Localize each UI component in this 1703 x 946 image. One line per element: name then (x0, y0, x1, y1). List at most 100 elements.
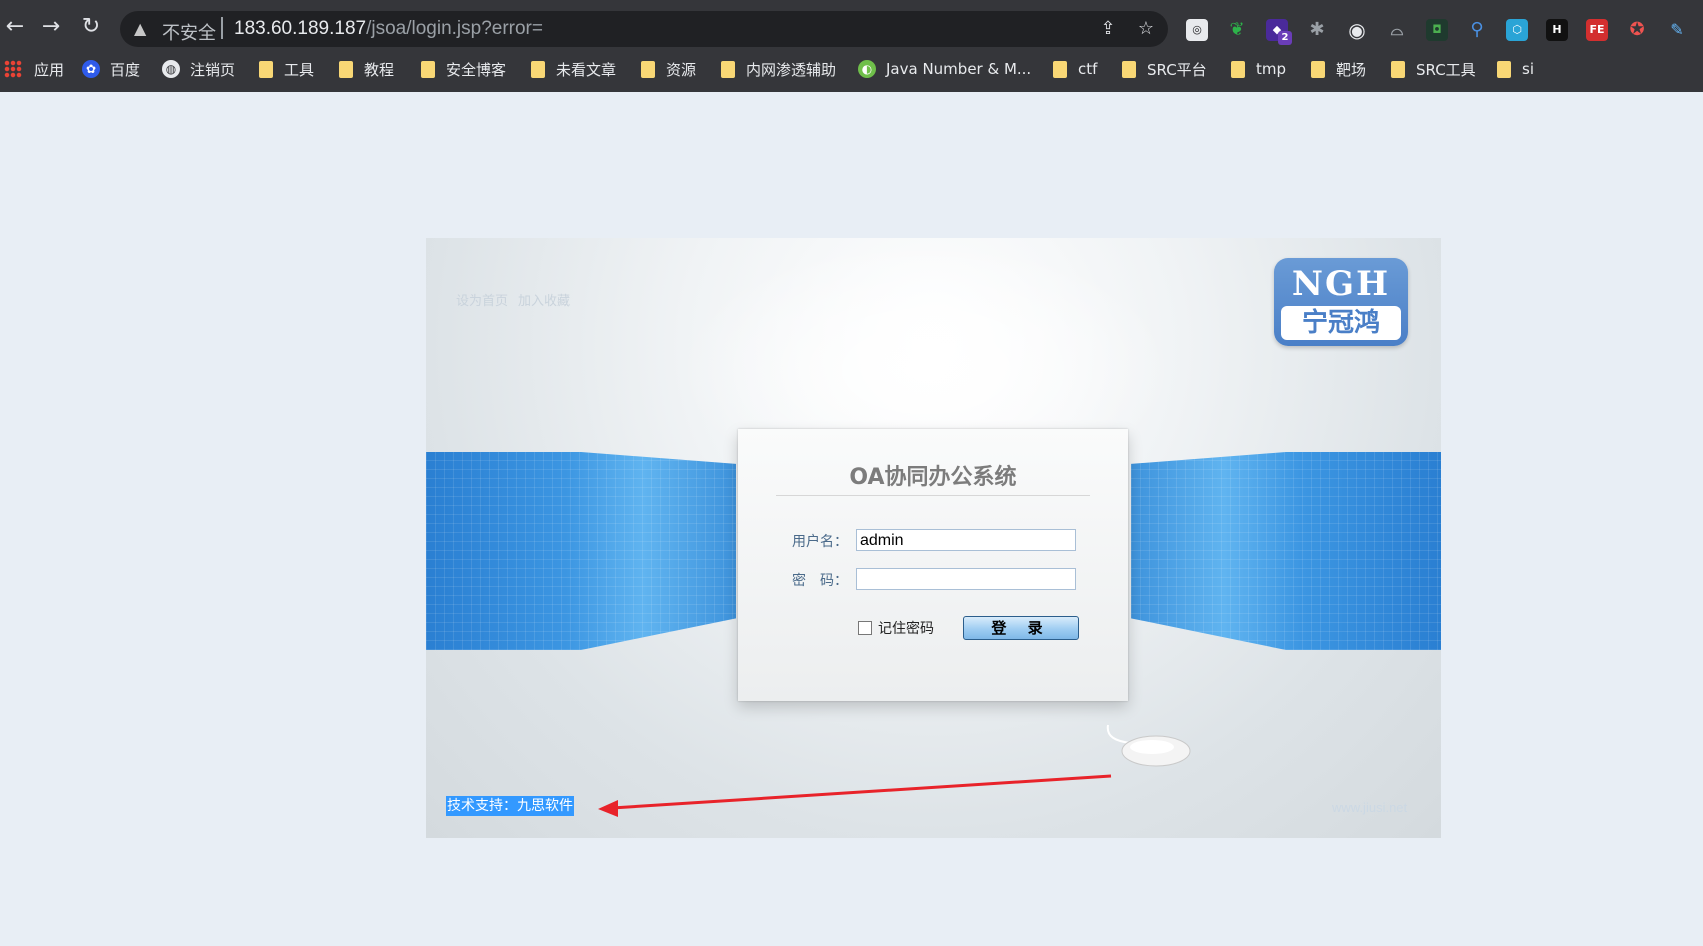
extension-puzzle-icon[interactable]: ✎ (1666, 19, 1688, 41)
bookmark-logout[interactable]: ◍ 注销页 (162, 56, 235, 82)
bookmark-label: 靶场 (1336, 60, 1367, 79)
bookmark-label: 未看文章 (556, 60, 617, 79)
extension-h-icon[interactable]: H (1546, 19, 1568, 41)
blue-wall-left (426, 452, 736, 650)
add-favorite-link[interactable]: 加入收藏 (518, 294, 570, 309)
bookmark-label: 注销页 (190, 60, 236, 79)
top-links: 设为首页 加入收藏 (456, 290, 580, 309)
password-input[interactable] (856, 568, 1076, 590)
url-path: /jsoa/login.jsp?error= (366, 18, 543, 39)
extension-badge: 2 (1278, 31, 1292, 45)
bookmark-si[interactable]: si (1497, 56, 1534, 82)
bookmark-unread[interactable]: 未看文章 (531, 56, 616, 82)
bookmark-src-platform[interactable]: SRC平台 (1122, 56, 1207, 82)
system-title: OA协同办公系统 (849, 465, 1017, 490)
back-button[interactable]: ← (0, 12, 30, 42)
baidu-icon: ✿ (82, 60, 100, 78)
folder-icon (259, 60, 273, 78)
browser-toolbar: ← → ↻ ▲ 不安全 183.60.189.187/jsoa/login.js… (0, 4, 1703, 52)
bookmark-security-blog[interactable]: 安全博客 (421, 56, 506, 82)
extension-cookie-icon[interactable]: ✪ (1626, 19, 1648, 41)
bookmark-java-number[interactable]: ◐ Java Number & M... (858, 56, 1031, 82)
username-label: 用户名： (792, 534, 848, 550)
bookmark-resources[interactable]: 资源 (641, 56, 696, 82)
remember-password[interactable]: 记住密码 (858, 618, 934, 638)
bookmark-label: 安全博客 (446, 60, 507, 79)
mouse-illustration (1106, 724, 1191, 767)
remember-label: 记住密码 (878, 621, 934, 637)
extension-evernote-icon[interactable]: ❦ (1226, 19, 1248, 41)
folder-icon (1497, 60, 1511, 78)
username-input[interactable]: admin (856, 529, 1076, 551)
bookmark-tools[interactable]: 工具 (259, 56, 314, 82)
folder-icon (531, 60, 545, 78)
extension-hat-icon[interactable]: ⌓ (1386, 19, 1408, 41)
bookmark-label: tmp (1256, 60, 1287, 78)
tech-support-text: 技术支持：九思软件 (446, 796, 574, 816)
warning-icon[interactable]: ▲ (134, 19, 154, 39)
reload-button[interactable]: ↻ (76, 12, 106, 42)
page-content: 设为首页 加入收藏 NGH 宁冠鸿 OA协同办公系统 用户名： admin 密 码… (0, 92, 1703, 946)
site-icon: ◐ (858, 60, 876, 78)
bookmark-ctf[interactable]: ctf (1053, 56, 1097, 82)
folder-icon (339, 60, 353, 78)
bookmarks-bar: 应用 ✿ 百度 ◍ 注销页 工具 教程 安全博客 未看文章 资源 内网渗透辅助 ◐ J… (0, 54, 1703, 84)
extension-glasses-icon[interactable]: ◎ (1186, 19, 1208, 41)
bookmark-label: 百度 (110, 60, 141, 79)
extension-fe-icon[interactable]: FE (1586, 19, 1608, 41)
address-separator (221, 17, 223, 39)
login-background: 设为首页 加入收藏 NGH 宁冠鸿 OA协同办公系统 用户名： admin 密 码… (426, 238, 1441, 838)
extension-circle-icon[interactable]: ◉ (1346, 19, 1368, 41)
folder-icon (1391, 60, 1405, 78)
logo-top-text: NGH (1291, 264, 1391, 304)
extension-camera-icon[interactable]: ◘ (1426, 19, 1448, 41)
extension-cube-icon[interactable]: ⬡ (1506, 19, 1528, 41)
login-panel: OA协同办公系统 用户名： admin 密 码： 记住密码 登 录 (738, 429, 1128, 701)
website-text: www.jiusi.net (1332, 800, 1408, 815)
folder-icon (1122, 60, 1136, 78)
login-button[interactable]: 登 录 (963, 616, 1079, 640)
bookmark-label: 内网渗透辅助 (746, 60, 837, 79)
bookmark-label: 工具 (284, 60, 315, 79)
set-home-link[interactable]: 设为首页 (456, 294, 508, 309)
bookmark-tutorial[interactable]: 教程 (339, 56, 394, 82)
bookmark-label: 资源 (666, 60, 697, 79)
bookmark-baidu[interactable]: ✿ 百度 (82, 56, 140, 82)
blue-wall-right (1131, 452, 1441, 650)
extension-purple-icon[interactable]: ◆ 2 (1266, 19, 1292, 45)
password-label: 密 码： (792, 573, 848, 589)
folder-icon (641, 60, 655, 78)
extension-gear-icon[interactable]: ✱ (1306, 19, 1328, 41)
bookmark-apps[interactable]: 应用 (4, 56, 64, 82)
globe-icon: ◍ (162, 60, 180, 78)
address-bar[interactable]: ▲ 不安全 183.60.189.187/jsoa/login.jsp?erro… (120, 11, 1168, 47)
remember-checkbox[interactable] (858, 621, 872, 635)
folder-icon (721, 60, 735, 78)
share-icon[interactable]: ⇪ (1096, 17, 1120, 41)
light-beam (676, 238, 1176, 458)
bookmark-label: 应用 (34, 60, 65, 79)
apps-grid-icon (4, 60, 22, 78)
bookmark-label: Java Number & M... (886, 60, 1032, 78)
bookmark-tmp[interactable]: tmp (1231, 56, 1286, 82)
bookmark-src-tools[interactable]: SRC工具 (1391, 56, 1476, 82)
security-label[interactable]: 不安全 (162, 19, 216, 45)
title-divider (776, 495, 1090, 496)
extension-pin-icon[interactable]: ⚲ (1466, 19, 1488, 41)
logo-bottom-text: 宁冠鸿 (1281, 306, 1401, 340)
bookmark-label: SRC工具 (1416, 60, 1476, 79)
bookmark-star-icon[interactable]: ☆ (1134, 17, 1158, 41)
bookmark-range[interactable]: 靶场 (1311, 56, 1366, 82)
url-host: 183.60.189.187 (234, 18, 367, 39)
bookmark-intranet[interactable]: 内网渗透辅助 (721, 56, 836, 82)
folder-icon (1053, 60, 1067, 78)
folder-icon (1231, 60, 1245, 78)
browser-chrome: ← → ↻ ▲ 不安全 183.60.189.187/jsoa/login.js… (0, 0, 1703, 92)
folder-icon (421, 60, 435, 78)
company-logo: NGH 宁冠鸿 (1274, 258, 1408, 346)
url-text[interactable]: 183.60.189.187/jsoa/login.jsp?error= (234, 18, 543, 40)
bookmark-label: SRC平台 (1147, 60, 1207, 79)
bookmark-label: si (1522, 60, 1534, 78)
folder-icon (1311, 60, 1325, 78)
forward-button[interactable]: → (36, 12, 66, 42)
